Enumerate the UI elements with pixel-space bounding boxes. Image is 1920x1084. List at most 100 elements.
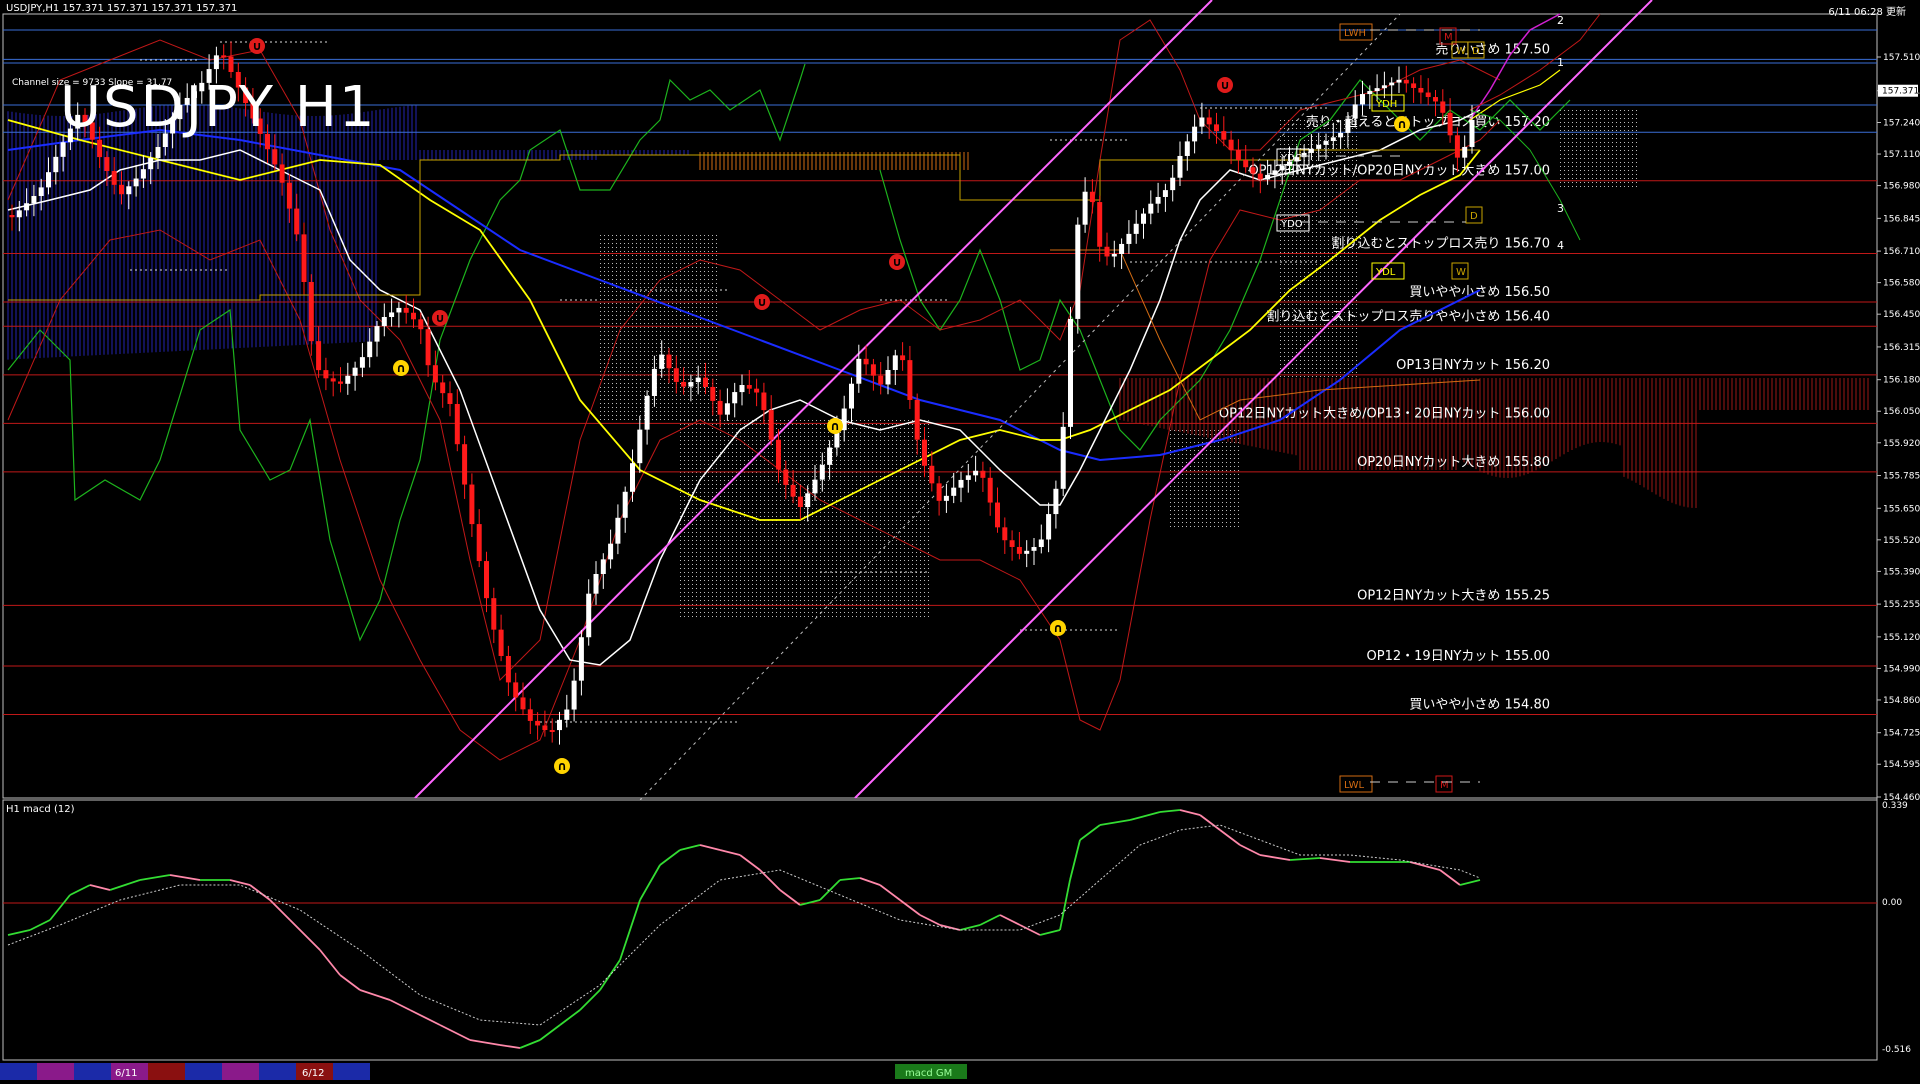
cloud-dot [724, 580, 725, 581]
cloud-dot [812, 516, 813, 517]
cloud-dot [896, 528, 897, 529]
cloud-dot [788, 524, 789, 525]
cloud-dot [896, 592, 897, 593]
chart-canvas[interactable]: 売り小さめ 157.50売り・超えるとストップロス買い 157.20OP12日N… [0, 0, 1920, 1080]
cloud-dot [752, 524, 753, 525]
cloud-dot [852, 612, 853, 613]
cloud-dot [696, 500, 697, 501]
cloud-dot [600, 287, 601, 288]
cloud-dot [632, 247, 633, 248]
cloud-dot [764, 480, 765, 481]
cloud-dot [624, 303, 625, 304]
cloud-dot [860, 616, 861, 617]
cloud-dot [896, 464, 897, 465]
cloud-dot [740, 504, 741, 505]
cloud-dot [648, 235, 649, 236]
cloud-dot [836, 600, 837, 601]
cloud-dot [792, 440, 793, 441]
cloud-dot [744, 580, 745, 581]
cloud-dot [704, 267, 705, 268]
cloud-dot [852, 532, 853, 533]
cloud-dot [876, 496, 877, 497]
cloud-dot [768, 504, 769, 505]
cloud-dot [640, 399, 641, 400]
cloud-dot [616, 335, 617, 336]
cloud-dot [920, 556, 921, 557]
cloud-dot [776, 592, 777, 593]
cloud-dot [688, 355, 689, 356]
cloud-dot [824, 568, 825, 569]
cloud-dot [856, 532, 857, 533]
cloud-dot [904, 524, 905, 525]
cloud-dot [648, 311, 649, 312]
cloud-dot [868, 432, 869, 433]
cloud-dot [604, 275, 605, 276]
cloud-dot [624, 283, 625, 284]
cloud-dot [692, 335, 693, 336]
cloud-dot [896, 580, 897, 581]
cloud-dot [692, 259, 693, 260]
cloud-dot [712, 291, 713, 292]
cloud-dot [888, 444, 889, 445]
cloud-dot [684, 347, 685, 348]
cloud-dot [844, 524, 845, 525]
cloud-dot [704, 616, 705, 617]
cloud-dot [768, 480, 769, 481]
cloud-dot [724, 468, 725, 469]
cloud-dot [744, 452, 745, 453]
cloud-dot [712, 315, 713, 316]
cloud-dot [868, 596, 869, 597]
cloud-dot [904, 448, 905, 449]
cloud-dot [608, 371, 609, 372]
cloud-dot [916, 540, 917, 541]
cloud-dot [828, 580, 829, 581]
cloud-dot [740, 464, 741, 465]
cloud-dot [656, 243, 657, 244]
cloud-dot [768, 580, 769, 581]
cloud-dot [872, 444, 873, 445]
cloud-dot [800, 524, 801, 525]
cloud-dot [752, 504, 753, 505]
cloud-dot [620, 419, 621, 420]
cloud-dot [628, 395, 629, 396]
cloud-dot [780, 612, 781, 613]
cloud-dot [716, 536, 717, 537]
cloud-dot [884, 496, 885, 497]
cloud-dot [672, 355, 673, 356]
cloud-dot [860, 580, 861, 581]
cloud-dot [724, 476, 725, 477]
cloud-dot [860, 448, 861, 449]
cloud-dot [668, 347, 669, 348]
cloud-dot [752, 488, 753, 489]
cloud-dot [652, 311, 653, 312]
cloud-dot [852, 496, 853, 497]
cloud-dot [868, 480, 869, 481]
cloud-dot [648, 391, 649, 392]
cloud-dot [748, 484, 749, 485]
cloud-dot [684, 419, 685, 420]
cloud-dot [600, 327, 601, 328]
cloud-dot [892, 512, 893, 513]
cloud-dot [708, 584, 709, 585]
cloud-dot [620, 395, 621, 396]
cloud-dot [800, 548, 801, 549]
cloud-dot [732, 476, 733, 477]
cloud-dot [688, 596, 689, 597]
cloud-dot [864, 588, 865, 589]
cloud-dot [844, 576, 845, 577]
cloud-dot [712, 572, 713, 573]
cloud-dot [600, 243, 601, 244]
cloud-dot [652, 359, 653, 360]
cloud-dot [804, 460, 805, 461]
cloud-dot [620, 415, 621, 416]
cloud-dot [752, 600, 753, 601]
cloud-dot [684, 436, 685, 437]
cloud-dot [840, 540, 841, 541]
cloud-dot [604, 259, 605, 260]
cloud-dot [752, 528, 753, 529]
cloud-dot [744, 432, 745, 433]
cloud-dot [900, 480, 901, 481]
cloud-dot [600, 391, 601, 392]
cloud-dot [720, 540, 721, 541]
cloud-dot [768, 556, 769, 557]
